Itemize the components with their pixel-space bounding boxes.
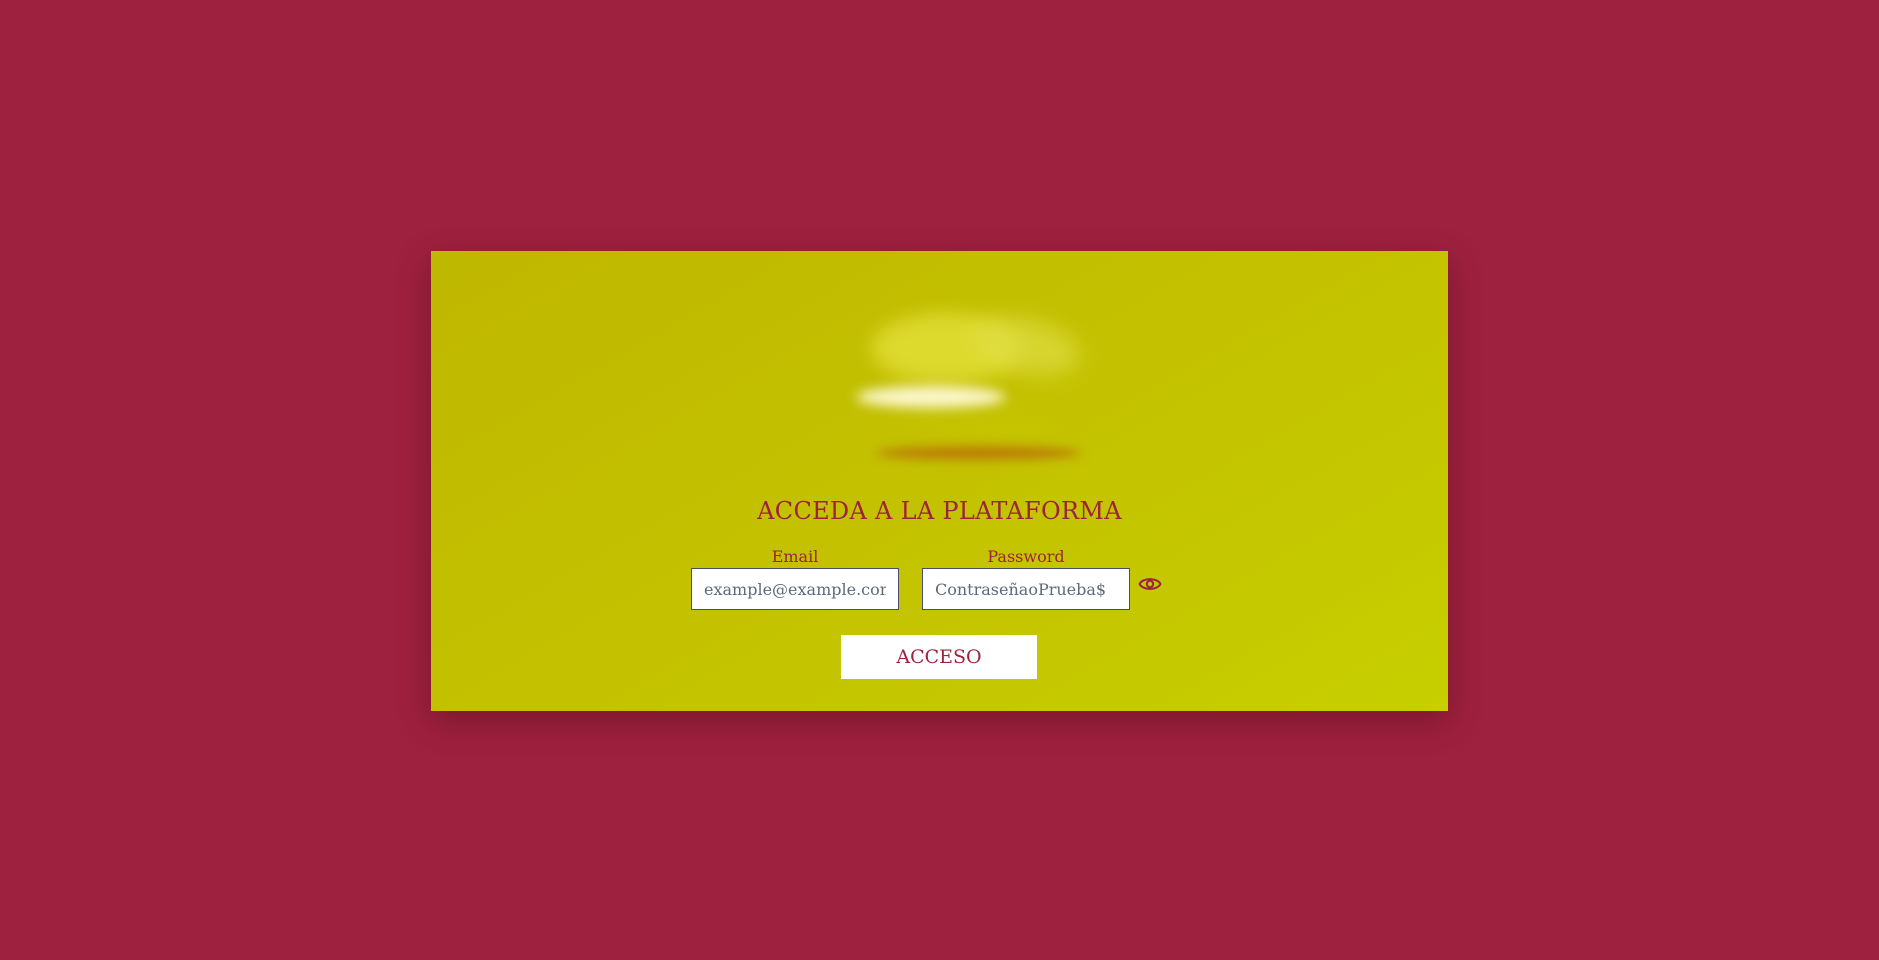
- password-label: Password: [987, 547, 1065, 566]
- email-label: Email: [771, 547, 819, 566]
- access-button[interactable]: ACCESO: [841, 635, 1037, 679]
- logo: [801, 281, 1101, 461]
- password-field[interactable]: [922, 568, 1130, 610]
- page-title: ACCEDA A LA PLATAFORMA: [757, 497, 1122, 525]
- email-field[interactable]: [691, 568, 899, 610]
- email-group: Email: [691, 547, 899, 610]
- password-group: Password: [922, 547, 1130, 610]
- eye-icon[interactable]: [1138, 574, 1162, 594]
- login-card: ACCEDA A LA PLATAFORMA Email Password AC…: [431, 251, 1448, 711]
